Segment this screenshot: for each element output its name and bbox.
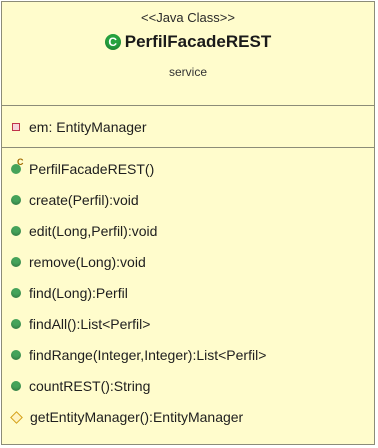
method-row: remove(Long):void — [10, 250, 146, 274]
method-text: create(Perfil):void — [29, 192, 139, 208]
method-row: create(Perfil):void — [10, 188, 139, 212]
public-method-icon — [11, 381, 21, 391]
method-text: remove(Long):void — [29, 254, 146, 270]
class-name-row: C PerfilFacadeREST — [2, 32, 374, 52]
private-field-icon — [12, 123, 20, 131]
constructor-icon: C — [11, 157, 24, 174]
method-row: countREST():String — [10, 374, 150, 398]
method-row: getEntityManager():EntityManager — [10, 405, 243, 429]
method-text: getEntityManager():EntityManager — [30, 409, 244, 425]
public-method-icon — [11, 257, 21, 267]
method-text: countREST():String — [29, 378, 151, 394]
field-row: em: EntityManager — [10, 115, 147, 139]
fields-compartment: em: EntityManager — [2, 106, 374, 148]
method-row: findAll():List<Perfil> — [10, 312, 150, 336]
method-row: find(Long):Perfil — [10, 281, 128, 305]
stereotype-label: <<Java Class>> — [141, 10, 235, 25]
method-text: findRange(Integer,Integer):List<Perfil> — [29, 347, 267, 363]
uml-class-box: <<Java Class>> C PerfilFacadeREST servic… — [1, 1, 375, 445]
public-method-icon — [11, 226, 21, 236]
public-method-icon — [11, 319, 21, 329]
method-text: PerfilFacadeREST() — [29, 161, 155, 177]
package-label: service — [168, 65, 207, 79]
field-text: em: EntityManager — [29, 119, 147, 135]
method-row: findRange(Integer,Integer):List<Perfil> — [10, 343, 266, 367]
public-method-icon — [11, 195, 21, 205]
class-name: PerfilFacadeREST — [124, 32, 272, 51]
method-row: C PerfilFacadeREST() — [10, 157, 154, 181]
method-text: findAll():List<Perfil> — [29, 316, 151, 332]
method-row: edit(Long,Perfil):void — [10, 219, 157, 243]
method-text: edit(Long,Perfil):void — [29, 223, 158, 239]
public-method-icon — [11, 350, 21, 360]
public-method-icon — [11, 288, 21, 298]
class-c-icon: C — [104, 34, 121, 50]
method-text: find(Long):Perfil — [29, 285, 128, 301]
class-header: <<Java Class>> C PerfilFacadeREST servic… — [2, 2, 374, 106]
protected-method-icon — [10, 410, 23, 424]
